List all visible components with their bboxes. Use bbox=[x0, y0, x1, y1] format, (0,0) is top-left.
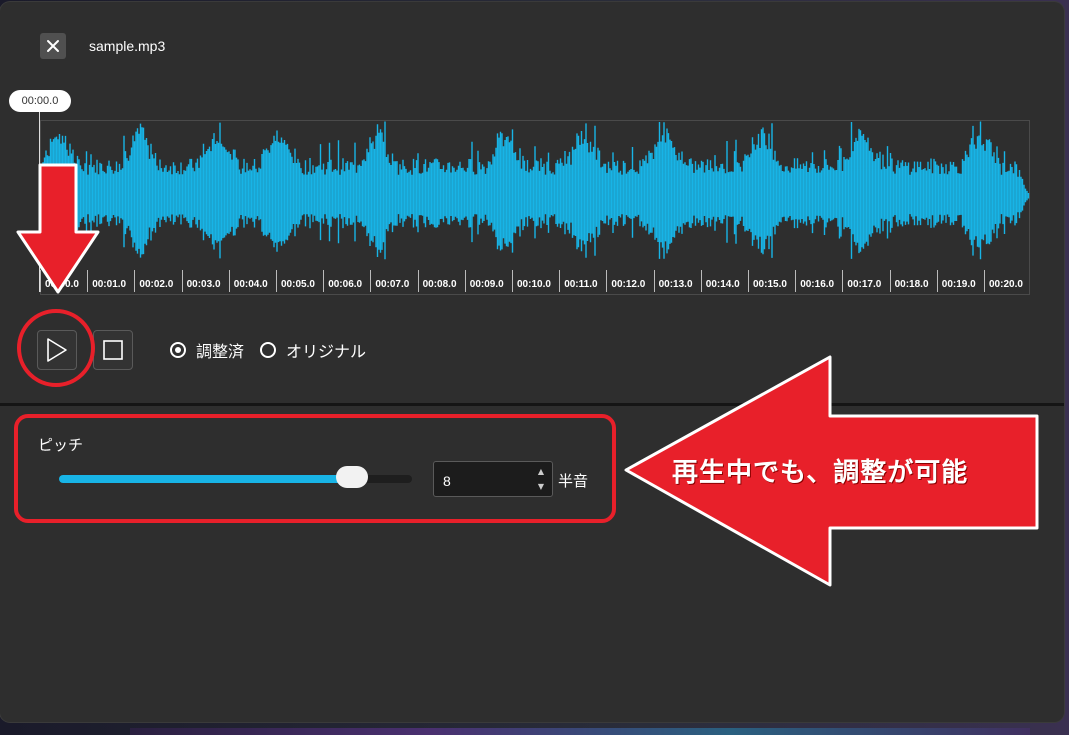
timeline-tick: 00:18.0 bbox=[889, 270, 937, 292]
pitch-slider-fill bbox=[59, 475, 352, 483]
timeline-tick: 00:13.0 bbox=[653, 270, 701, 292]
timeline-tick: 00:20.0 bbox=[984, 270, 1031, 292]
timeline-ruler[interactable]: 00:00.0 00:01.0 00:02.0 00:03.0 00:04.0 00:05… bbox=[40, 270, 1030, 296]
timeline-tick: 00:19.0 bbox=[936, 270, 984, 292]
waveform[interactable] bbox=[40, 120, 1030, 270]
timeline-tick: 00:11.0 bbox=[559, 270, 606, 292]
timeline-tick: 00:14.0 bbox=[700, 270, 748, 292]
timeline-tick: 00:06.0 bbox=[323, 270, 370, 292]
pitch-value: 8 bbox=[443, 473, 451, 489]
radio-circle-adjusted[interactable] bbox=[170, 342, 186, 358]
close-button[interactable] bbox=[40, 33, 66, 59]
stop-icon bbox=[103, 340, 123, 360]
taskbar-glow bbox=[130, 728, 1030, 735]
current-time-bubble[interactable]: 00:00.0 bbox=[9, 90, 71, 112]
pitch-label: ピッチ bbox=[38, 436, 84, 454]
timeline-tick: 00:04.0 bbox=[228, 270, 276, 292]
spin-up-icon[interactable]: ▲ bbox=[536, 467, 546, 477]
stop-button[interactable] bbox=[93, 330, 133, 370]
radio-label-adjusted: 調整済 bbox=[196, 342, 245, 361]
playback-mode-group: 調整済 オリジナル bbox=[170, 338, 382, 362]
timeline-tick: 00:00.0 bbox=[40, 270, 87, 292]
section-divider bbox=[0, 403, 1064, 406]
radio-original[interactable]: オリジナル bbox=[260, 338, 366, 362]
play-button[interactable] bbox=[37, 330, 77, 370]
spin-down-icon[interactable]: ▼ bbox=[536, 482, 546, 492]
pitch-unit-label: 半音 bbox=[558, 472, 589, 490]
timeline-tick: 00:08.0 bbox=[417, 270, 465, 292]
timeline-tick: 00:01.0 bbox=[87, 270, 134, 292]
timeline-tick: 00:17.0 bbox=[842, 270, 889, 292]
pitch-slider-thumb[interactable] bbox=[335, 466, 368, 488]
radio-adjusted[interactable]: 調整済 bbox=[170, 338, 244, 362]
callout-text: 再生中でも、調整が可能 bbox=[672, 458, 969, 488]
playhead[interactable] bbox=[39, 112, 40, 292]
timeline-tick: 00:12.0 bbox=[606, 270, 653, 292]
radio-label-original: オリジナル bbox=[286, 342, 367, 361]
radio-circle-original[interactable] bbox=[260, 342, 277, 358]
timeline-tick: 00:09.0 bbox=[464, 270, 512, 292]
waveform-path bbox=[40, 121, 1030, 260]
close-icon bbox=[47, 40, 59, 52]
play-icon bbox=[47, 338, 67, 362]
timeline-tick: 00:02.0 bbox=[134, 270, 181, 292]
timeline-tick: 00:03.0 bbox=[181, 270, 229, 292]
timeline-tick: 00:10.0 bbox=[512, 270, 559, 292]
timeline-tick: 00:05.0 bbox=[276, 270, 323, 292]
timeline-tick: 00:16.0 bbox=[795, 270, 842, 292]
timeline-tick: 00:07.0 bbox=[370, 270, 417, 292]
timeline-tick: 00:15.0 bbox=[748, 270, 795, 292]
pitch-number-input[interactable]: 8 ▲ ▼ bbox=[433, 461, 553, 497]
file-name: sample.mp3 bbox=[89, 38, 166, 54]
audio-editor-window: sample.mp3 bbox=[0, 2, 1064, 722]
